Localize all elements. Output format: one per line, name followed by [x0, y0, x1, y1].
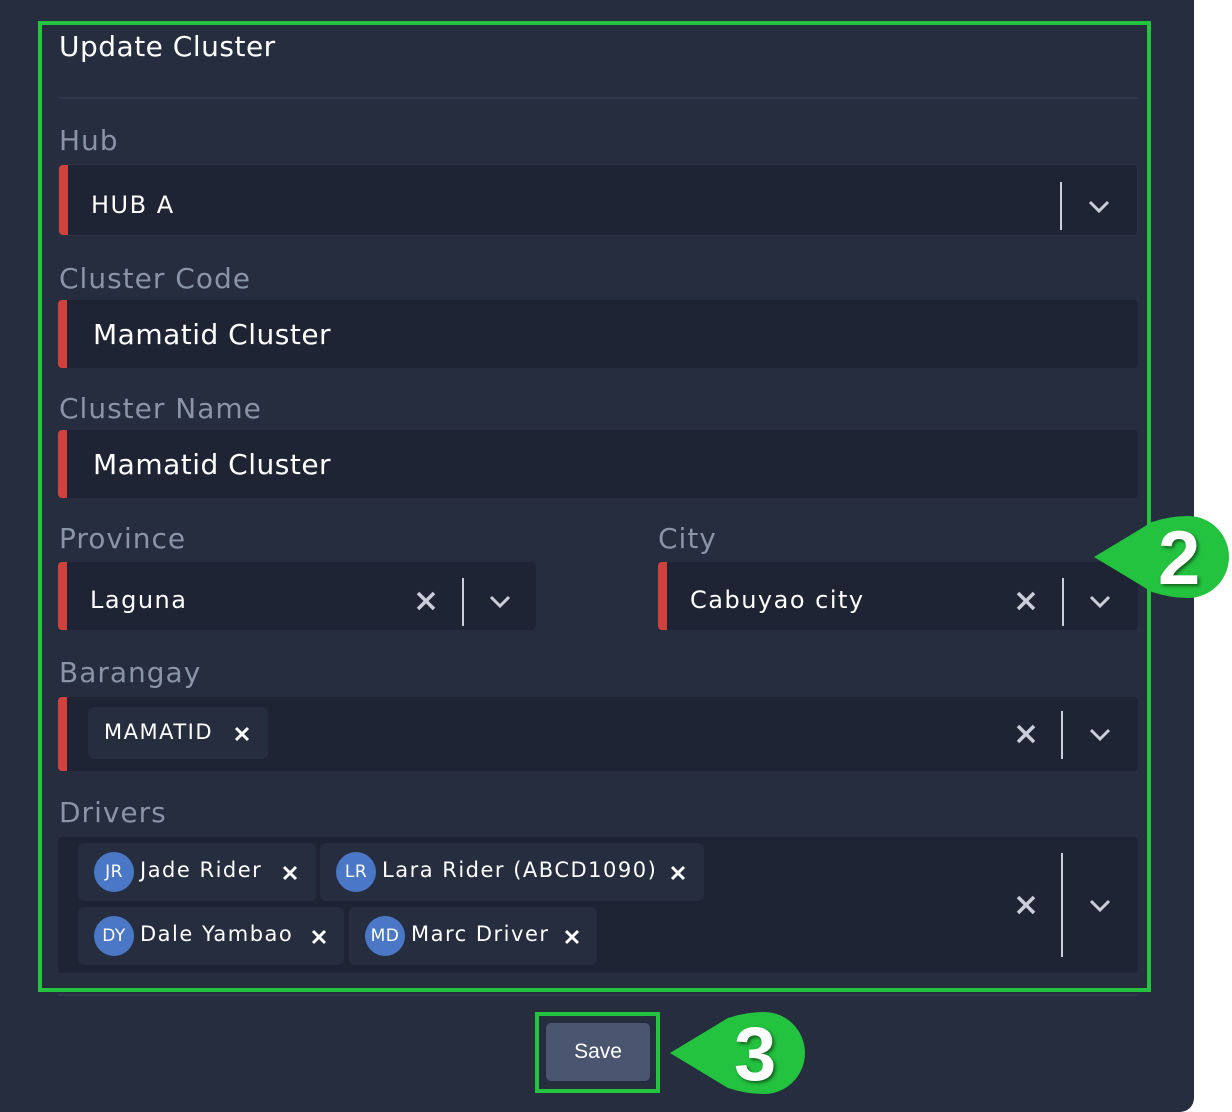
- callout-number-2: 2: [1158, 516, 1201, 601]
- callout-number-3: 3: [734, 1012, 777, 1097]
- form-highlight-box: [38, 21, 1151, 992]
- save-highlight-box: [535, 1012, 660, 1093]
- callout-marker-3: 3: [668, 1012, 806, 1097]
- callout-marker-2: 2: [1092, 516, 1232, 601]
- footer-divider: [58, 994, 1138, 996]
